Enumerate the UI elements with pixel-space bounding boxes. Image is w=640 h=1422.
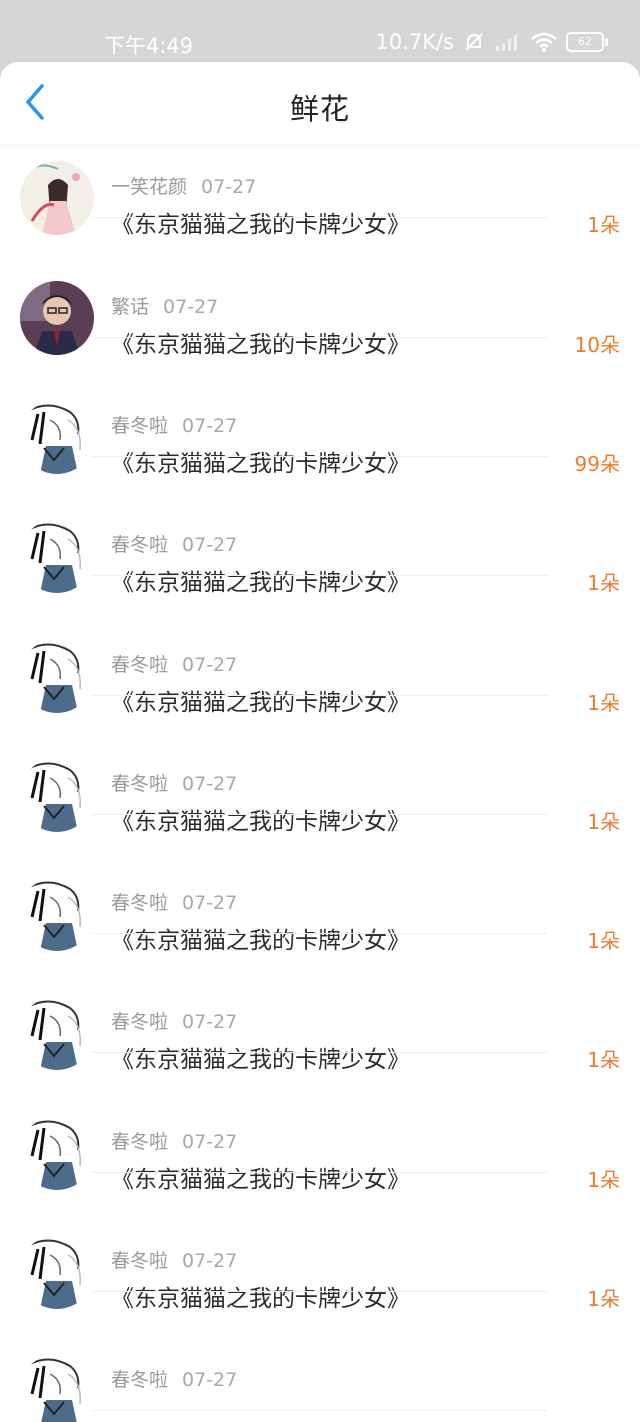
flower-row[interactable]: 春冬啦 07-27 《东京猫猫之我的卡牌少女》 1朵 [0, 577, 640, 716]
flower-row[interactable]: 繁话 07-27 《东京猫猫之我的卡牌少女》 10朵 [0, 219, 640, 358]
row-meta: 春冬啦 07-27 [111, 530, 237, 557]
row-meta: 春冬啦 07-27 [111, 769, 237, 796]
row-meta: 春冬啦 07-27 [111, 1007, 237, 1034]
flower-row[interactable]: 春冬啦 07-27 《东京猫猫之我的卡牌少女》 1朵 [0, 1054, 640, 1193]
flower-row[interactable]: 春冬啦 07-27 《东京猫猫之我的卡牌少女》 99朵 [0, 338, 640, 477]
username[interactable]: 春冬啦 [111, 1131, 168, 1153]
username[interactable]: 春冬啦 [111, 1369, 168, 1391]
flower-row[interactable]: 春冬啦 07-27 [0, 1292, 640, 1422]
flower-list: 《东京猫猫之我的卡牌少女》1朵一笑花颜07-27《东京猫猫之我的卡牌少女》1朵繁… [0, 30, 640, 1422]
row-meta: 春冬啦 07-27 [111, 1365, 237, 1392]
row-meta: 春冬啦 07-27 [111, 650, 237, 677]
flower-row[interactable]: 春冬啦 07-27 《东京猫猫之我的卡牌少女》 1朵 [0, 1173, 640, 1312]
date: 07-27 [182, 892, 238, 915]
row-meta: 春冬啦 07-27 [111, 411, 237, 438]
mute-bell-icon [465, 33, 483, 51]
row-meta: 春冬啦 07-27 [111, 888, 237, 915]
date: 07-27 [182, 414, 238, 437]
date: 07-27 [182, 534, 238, 557]
username[interactable]: 春冬啦 [111, 892, 168, 914]
avatar[interactable] [20, 1354, 94, 1422]
username[interactable]: 春冬啦 [111, 415, 168, 437]
username[interactable]: 春冬啦 [111, 654, 168, 676]
network-speed: 10.7K/s [375, 30, 454, 54]
row-meta: 春冬啦 07-27 [111, 1246, 237, 1273]
date: 07-27 [201, 176, 257, 199]
username[interactable]: 春冬啦 [111, 773, 168, 795]
signal-icon [496, 35, 517, 51]
date: 07-27 [182, 653, 238, 676]
flower-row[interactable]: 春冬啦 07-27 《东京猫猫之我的卡牌少女》 1朵 [0, 696, 640, 835]
status-right: 10.7K/s 62 [375, 30, 608, 54]
date: 07-27 [182, 1369, 238, 1392]
date: 07-27 [163, 295, 219, 318]
username[interactable]: 春冬啦 [111, 1011, 168, 1033]
battery-level: 62 [578, 35, 592, 48]
row-meta: 春冬啦 07-27 [111, 1127, 237, 1154]
page-title: 鲜花 [289, 92, 350, 126]
username[interactable]: 一笑花颜 [111, 176, 187, 198]
date: 07-27 [182, 1130, 238, 1153]
date: 07-27 [182, 1250, 238, 1272]
status-time: 下午4:49 [104, 34, 194, 58]
flower-row[interactable]: 春冬啦 07-27 《东京猫猫之我的卡牌少女》 1朵 [0, 457, 640, 596]
flower-row[interactable]: 春冬啦 07-27 《东京猫猫之我的卡牌少女》 1朵 [0, 815, 640, 954]
row-meta: 繁话 07-27 [111, 292, 218, 319]
username[interactable]: 春冬啦 [111, 534, 168, 556]
header: 鲜花 [0, 62, 640, 144]
battery-icon: 62 [566, 32, 608, 52]
flower-row[interactable]: 春冬啦 07-27 《东京猫猫之我的卡牌少女》 1朵 [0, 934, 640, 1073]
row-meta: 一笑花颜 07-27 [111, 172, 256, 199]
date: 07-27 [182, 1011, 238, 1034]
username[interactable]: 繁话 [111, 296, 149, 318]
username[interactable]: 春冬啦 [111, 1250, 168, 1272]
date: 07-27 [182, 772, 238, 795]
divider [92, 1410, 548, 1412]
wifi-icon [531, 32, 557, 52]
